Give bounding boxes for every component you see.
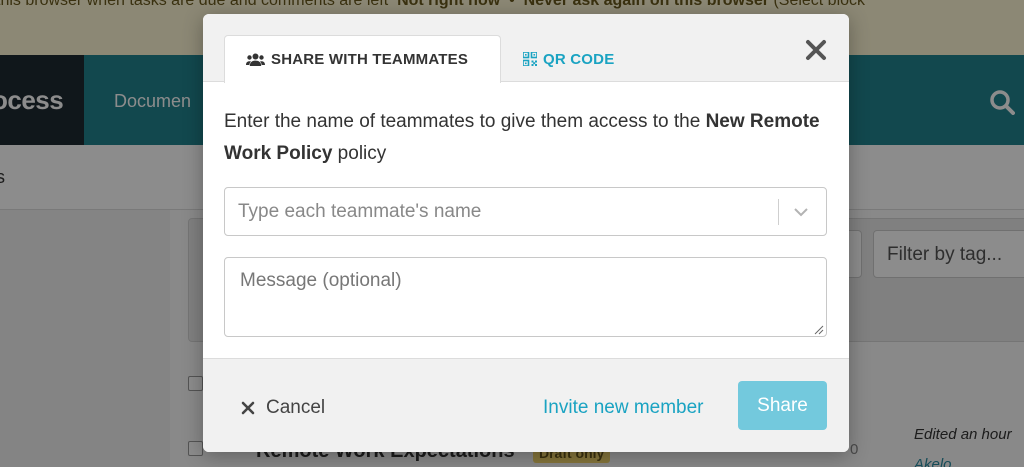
resize-grip-icon[interactable]: [814, 325, 824, 335]
modal-footer: Cancel Invite new member Share: [203, 358, 849, 452]
tab-qr-label: QR CODE: [543, 50, 615, 68]
qr-code-icon: [523, 52, 537, 66]
share-modal: SHARE WITH TEAMMATES QR CODE Enter the n…: [203, 14, 849, 452]
modal-header: SHARE WITH TEAMMATES QR CODE: [203, 14, 849, 83]
users-icon: [246, 53, 265, 67]
invite-new-member-link[interactable]: Invite new member: [543, 397, 704, 419]
share-description: Enter the name of teammates to give them…: [224, 106, 824, 170]
cancel-label: Cancel: [266, 397, 326, 418]
select-separator: [778, 199, 779, 225]
chevron-down-icon[interactable]: [793, 205, 809, 219]
tab-qr-code[interactable]: QR CODE: [523, 35, 643, 83]
cancel-button[interactable]: Cancel: [240, 397, 325, 419]
tab-share-with-teammates[interactable]: SHARE WITH TEAMMATES: [224, 35, 501, 83]
close-icon: [240, 400, 256, 416]
description-suffix: policy: [332, 143, 387, 164]
share-button[interactable]: Share: [738, 381, 827, 430]
message-textarea[interactable]: [224, 257, 827, 337]
teammate-select[interactable]: [224, 187, 827, 236]
close-icon[interactable]: [804, 38, 828, 62]
modal-body: Enter the name of teammates to give them…: [203, 82, 849, 358]
description-text: Enter the name of teammates to give them…: [224, 111, 706, 132]
teammate-name-input[interactable]: [225, 188, 777, 235]
tab-share-label: SHARE WITH TEAMMATES: [271, 51, 469, 68]
